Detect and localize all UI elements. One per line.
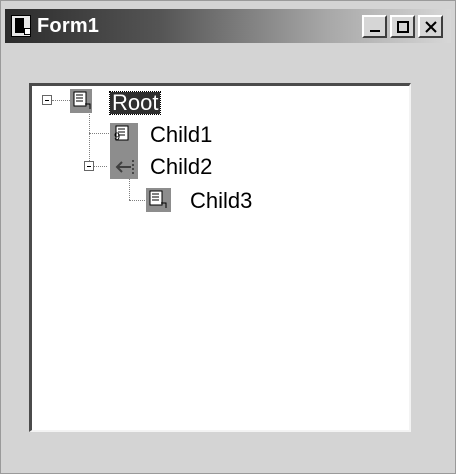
minimize-icon — [369, 29, 380, 32]
tree-item-child2[interactable]: Child2 — [150, 156, 212, 178]
title-bar: Form1 — [5, 9, 451, 43]
app-icon — [11, 15, 31, 37]
tree-item-child1[interactable]: Child1 — [150, 124, 212, 146]
document-icon — [72, 90, 94, 112]
root-collapse-toggle[interactable] — [42, 95, 52, 105]
minimize-button[interactable] — [362, 15, 387, 38]
tree-view[interactable]: Root 9 Child1 Child2 Child3 — [29, 83, 411, 432]
close-icon — [424, 20, 437, 33]
window-title: Form1 — [37, 15, 100, 37]
document-icon — [148, 189, 170, 211]
root-children-line — [89, 111, 90, 167]
child2-collapse-toggle[interactable] — [84, 161, 94, 171]
svg-text:9: 9 — [114, 131, 120, 143]
close-button[interactable] — [418, 15, 443, 38]
tree-item-child3[interactable]: Child3 — [190, 190, 252, 212]
tree-item-root[interactable]: Root — [108, 91, 162, 115]
child2-children-line — [129, 176, 130, 200]
maximize-button[interactable] — [390, 15, 415, 38]
title-buttons — [362, 15, 443, 38]
maximize-icon — [396, 20, 409, 33]
arrow-icon — [114, 156, 136, 178]
document-icon: 9 — [114, 124, 136, 146]
root-connector — [52, 100, 70, 101]
form-window: Form1 Root 9 Child1 Child2 Child3 — [0, 0, 456, 474]
